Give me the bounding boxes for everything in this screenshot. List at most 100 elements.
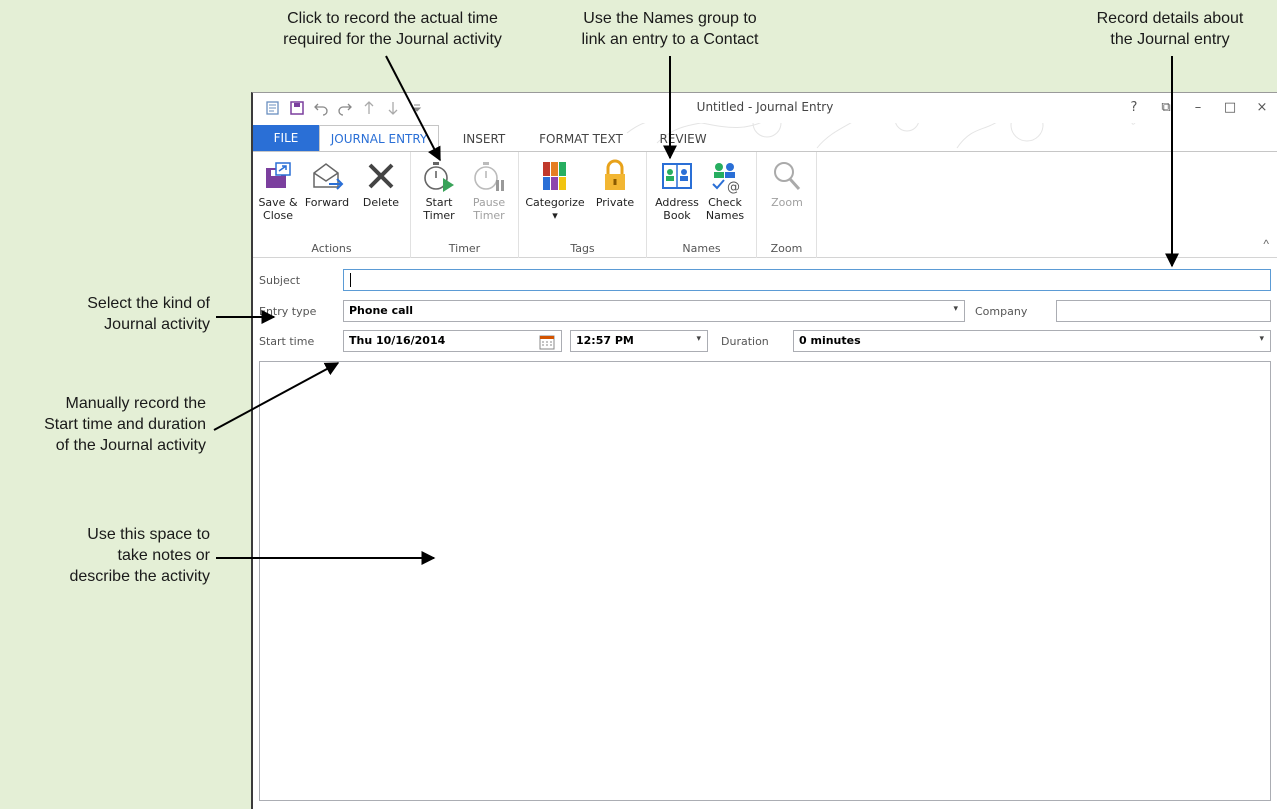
start-date-value: Thu 10/16/2014 <box>349 334 446 347</box>
calendar-icon[interactable] <box>539 334 555 350</box>
title-bar: Untitled - Journal Entry ? ⧉ – □ × <box>253 93 1277 123</box>
check-names-icon: @ <box>712 163 740 194</box>
duration-dropdown-arrow-icon: ▾ <box>1259 334 1264 344</box>
entry-type-dropdown[interactable]: Phone call ▾ <box>343 300 965 322</box>
address-book-button[interactable]: Address Book <box>655 158 699 222</box>
collapse-ribbon-button[interactable]: ^ <box>1263 237 1269 251</box>
callout-notes-line1: Use this space to <box>87 526 210 543</box>
pause-timer-label-2: Timer <box>473 209 505 222</box>
callout-timer-line2: required for the Journal activity <box>283 31 502 48</box>
text-cursor <box>350 273 351 287</box>
callout-names-line2: link an entry to a Contact <box>581 31 759 48</box>
delete-button[interactable]: Delete <box>359 158 403 209</box>
callout-names: Use the Names group to link an entry to … <box>555 8 785 50</box>
help-button[interactable]: ? <box>1125 98 1143 116</box>
minimize-button[interactable]: – <box>1189 98 1207 116</box>
private-label: Private <box>595 196 635 209</box>
group-names: Address Book @ Check Names Names <box>647 152 757 258</box>
callout-kind-line2: Journal activity <box>104 316 210 333</box>
callout-kind: Select the kind of Journal activity <box>20 293 210 335</box>
callout-notes-line3: describe the activity <box>69 568 210 585</box>
callout-start: Manually record the Start time and durat… <box>0 393 206 456</box>
magnifier-icon <box>774 162 801 191</box>
save-close-label-2: Close <box>263 209 293 222</box>
pause-timer-button[interactable]: Pause Timer <box>467 158 511 222</box>
notes-body-textarea[interactable] <box>259 361 1271 801</box>
svg-text:@: @ <box>727 180 740 194</box>
close-button[interactable]: × <box>1253 98 1271 116</box>
categorize-dropdown-arrow: ▾ <box>552 209 558 222</box>
window-title: Untitled - Journal Entry <box>696 100 834 114</box>
categorize-icon <box>543 162 566 190</box>
check-names-button[interactable]: @ Check Names <box>703 158 747 222</box>
journal-form: Subject Entry type Phone call ▾ Company … <box>253 258 1277 809</box>
pause-timer-label-1: Pause <box>472 196 506 209</box>
callout-details-line1: Record details about <box>1096 10 1244 27</box>
tab-review[interactable]: REVIEW <box>643 126 723 151</box>
duration-label: Duration <box>721 335 769 348</box>
save-close-button[interactable]: Save & Close <box>256 158 300 222</box>
journal-entry-window: Untitled - Journal Entry ? ⧉ – □ × FILE … <box>251 92 1277 809</box>
entry-type-dropdown-arrow-icon: ▾ <box>953 304 958 314</box>
check-names-label-1: Check <box>708 196 742 209</box>
callout-timer: Click to record the actual time required… <box>250 8 535 50</box>
group-zoom-label: Zoom <box>770 242 803 255</box>
tab-insert[interactable]: INSERT <box>449 126 519 151</box>
stopwatch-pause-icon <box>474 162 504 191</box>
maximize-button[interactable]: □ <box>1221 98 1239 116</box>
duration-value: 0 minutes <box>799 334 861 347</box>
tab-format-text[interactable]: FORMAT TEXT <box>531 126 631 151</box>
start-time-dropdown-arrow-icon: ▾ <box>696 334 701 344</box>
callout-notes-line2: take notes or <box>117 547 211 564</box>
ribbon-display-options-button[interactable]: ⧉ <box>1157 98 1175 116</box>
callout-kind-line1: Select the kind of <box>87 295 210 312</box>
callout-details-line2: the Journal entry <box>1110 31 1230 48</box>
callout-names-line1: Use the Names group to <box>583 10 757 27</box>
start-time-dropdown[interactable]: 12:57 PM ▾ <box>570 330 708 352</box>
ribbon-tabs: FILE JOURNAL ENTRY INSERT FORMAT TEXT RE… <box>253 124 1277 151</box>
group-actions: Save & Close Forward Delete Actions <box>253 152 411 258</box>
delete-x-icon <box>368 163 394 189</box>
check-names-label-2: Names <box>705 209 745 222</box>
duration-dropdown[interactable]: 0 minutes ▾ <box>793 330 1271 352</box>
start-timer-button[interactable]: Start Timer <box>417 158 461 222</box>
group-tags-label: Tags <box>570 242 595 255</box>
group-tags: Categorize ▾ Private Tags <box>519 152 647 258</box>
private-button[interactable]: Private <box>593 158 637 209</box>
group-zoom: Zoom Zoom <box>757 152 817 258</box>
callout-start-line2: Start time and duration <box>44 416 206 433</box>
group-actions-label: Actions <box>311 242 352 255</box>
company-label: Company <box>975 305 1028 318</box>
zoom-button[interactable]: Zoom <box>765 158 809 209</box>
callout-start-line3: of the Journal activity <box>55 437 206 454</box>
forward-icon <box>313 163 344 190</box>
subject-input[interactable] <box>343 269 1271 291</box>
entry-type-label: Entry type <box>259 305 317 318</box>
forward-button[interactable]: Forward <box>305 158 349 209</box>
tab-journal-entry[interactable]: JOURNAL ENTRY <box>319 125 439 151</box>
delete-label: Delete <box>362 196 400 209</box>
start-time-value: 12:57 PM <box>576 334 634 347</box>
start-date-input[interactable]: Thu 10/16/2014 <box>343 330 562 352</box>
tab-file[interactable]: FILE <box>253 125 319 151</box>
save-close-icon <box>266 162 291 188</box>
address-book-label-2: Book <box>663 209 691 222</box>
zoom-label: Zoom <box>771 196 803 209</box>
categorize-button[interactable]: Categorize ▾ <box>525 158 585 222</box>
subject-label: Subject <box>259 274 301 287</box>
address-book-icon <box>662 163 692 189</box>
group-names-label: Names <box>682 242 721 255</box>
start-time-label: Start time <box>259 335 315 348</box>
callout-timer-line1: Click to record the actual time <box>287 10 498 27</box>
callout-start-line1: Manually record the <box>65 395 206 412</box>
window-controls: ? ⧉ – □ × <box>1125 98 1271 116</box>
company-input[interactable] <box>1056 300 1271 322</box>
address-book-label-1: Address <box>655 196 699 209</box>
categorize-label: Categorize <box>525 196 585 209</box>
start-timer-label-1: Start <box>425 196 453 209</box>
group-timer: Start Timer Pause Timer Timer <box>411 152 519 258</box>
callout-details: Record details about the Journal entry <box>1075 8 1265 50</box>
ribbon: Save & Close Forward Delete Actions Star… <box>253 151 1277 258</box>
stopwatch-start-icon <box>424 162 454 192</box>
group-timer-label: Timer <box>448 242 481 255</box>
